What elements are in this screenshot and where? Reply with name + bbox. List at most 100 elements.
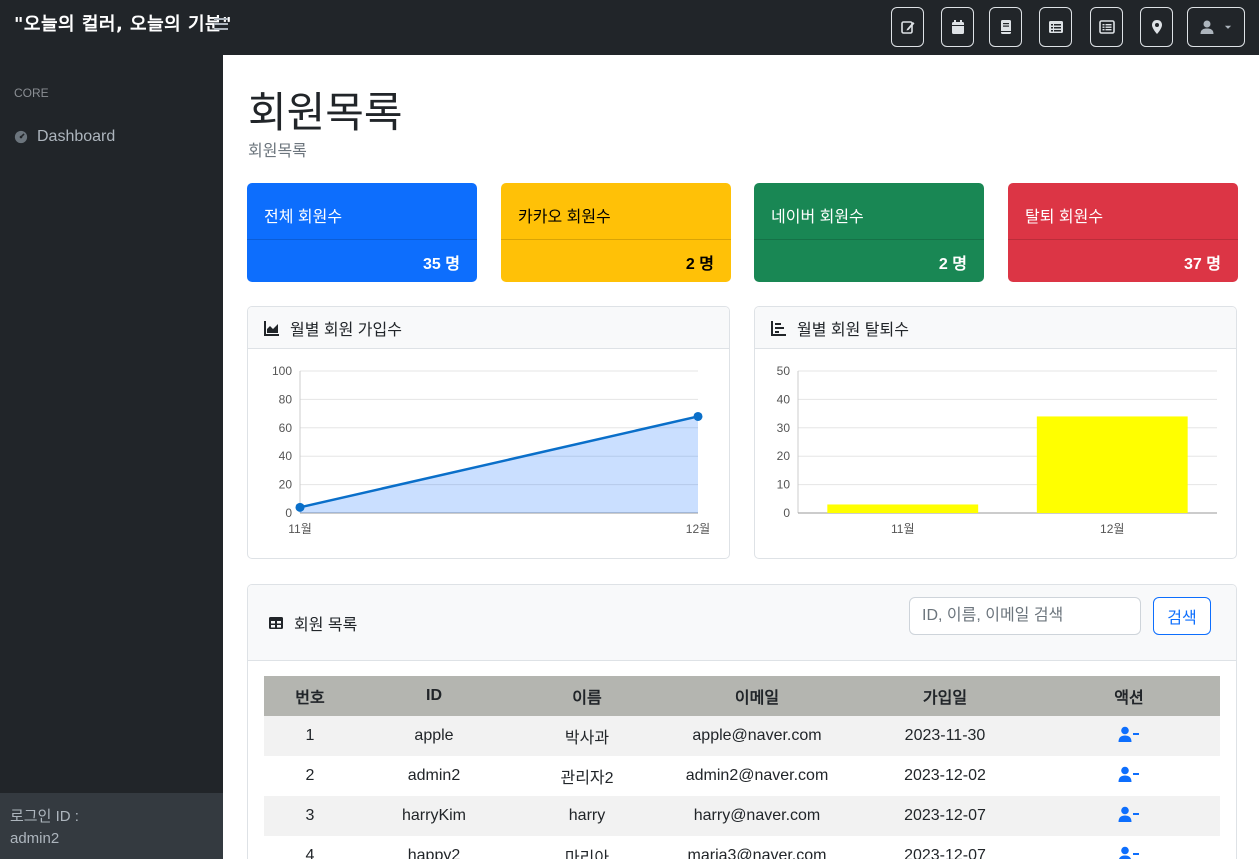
calendar-button[interactable]: [941, 7, 974, 47]
sidebar-item-dashboard[interactable]: Dashboard: [14, 128, 115, 146]
y-tick-label: 40: [279, 449, 293, 463]
cell-date: 2023-11-30: [852, 716, 1038, 756]
breadcrumb: 회원목록: [248, 143, 307, 160]
stat-value: 35 명: [423, 256, 460, 273]
top-navbar: "오늘의 컬러, 오늘의 기분": [0, 0, 1259, 55]
table-row: 1 apple 박사과 apple@naver.com 2023-11-30: [264, 716, 1220, 756]
login-label: 로그인 ID :: [10, 808, 79, 825]
y-tick-label: 10: [777, 478, 791, 492]
card-header: 회원 목록 검색: [248, 585, 1236, 661]
search-input[interactable]: [909, 597, 1141, 635]
stat-card-total: 전체 회원수 35 명: [247, 183, 477, 282]
cell-id: harryKim: [356, 796, 512, 836]
table-icon: [269, 616, 283, 629]
map-button[interactable]: [1140, 7, 1173, 47]
signup-chart-card: 월별 회원 가입수 0 20 40 60 80 100 11월 12월: [247, 306, 730, 559]
x-tick-label: 12월: [686, 522, 710, 536]
stat-value: 2 명: [685, 256, 714, 273]
user-minus-icon[interactable]: [1118, 846, 1140, 859]
cell-no: 3: [264, 796, 356, 836]
list-button[interactable]: [1039, 7, 1072, 47]
cell-no: 1: [264, 716, 356, 756]
y-tick-label: 20: [777, 449, 791, 463]
cell-date: 2023-12-07: [852, 796, 1038, 836]
calendar-icon: [951, 20, 964, 34]
map-marker-icon: [1151, 20, 1162, 34]
user-minus-icon[interactable]: [1118, 766, 1140, 782]
search-button[interactable]: 검색: [1153, 597, 1211, 635]
column-header: 가입일: [852, 676, 1038, 716]
main-content: 회원목록 회원목록 전체 회원수 35 명 카카오 회원수 2 명 네이버 회원…: [223, 55, 1259, 859]
column-header: 액션: [1038, 676, 1220, 716]
user-icon: [1200, 20, 1214, 34]
signup-area-chart: 0 20 40 60 80 100 11월 12월: [272, 364, 710, 536]
column-header: ID: [356, 676, 512, 716]
cell-name: harry: [512, 796, 662, 836]
card-title: 월별 회원 탈퇴수: [797, 321, 909, 339]
y-tick-label: 80: [279, 392, 293, 406]
bar: [1036, 416, 1188, 513]
table-row: 4 happy2 마리아 maria3@naver.com 2023-12-07: [264, 836, 1220, 859]
user-dropdown-button[interactable]: [1187, 7, 1245, 47]
stat-value: 37 명: [1184, 256, 1221, 273]
data-point: [693, 411, 703, 421]
book-button[interactable]: [989, 7, 1022, 47]
sidebar-toggle-icon[interactable]: [214, 18, 228, 30]
sidebar-item-label: Dashboard: [37, 128, 116, 145]
stat-label: 탈퇴 회원수: [1008, 183, 1238, 240]
bar: [827, 504, 979, 513]
brand-logo[interactable]: "오늘의 컬러, 오늘의 기분": [14, 10, 232, 36]
cell-action: [1038, 796, 1220, 836]
list-alt-icon: [1098, 20, 1115, 34]
column-header: 이메일: [662, 676, 852, 716]
edit-button[interactable]: [891, 7, 924, 47]
data-point: [295, 502, 305, 512]
stat-card-withdrawn: 탈퇴 회원수 37 명: [1008, 183, 1238, 282]
sidebar-heading: CORE: [14, 86, 49, 100]
card-title: 회원 목록: [294, 616, 358, 634]
cell-date: 2023-12-02: [904, 767, 986, 784]
cell-id: apple: [356, 716, 512, 756]
y-tick-label: 40: [777, 392, 791, 406]
cell-email: apple@naver.com: [662, 716, 852, 756]
cell-action: [1038, 836, 1220, 859]
stat-value: 2 명: [938, 256, 967, 273]
table-header-row: 번호 ID 이름 이메일 가입일 액션: [264, 676, 1220, 716]
withdraw-chart-card: 월별 회원 탈퇴수 0 10 20 30 40 50 11월 12월: [754, 306, 1237, 559]
login-id: admin2: [10, 830, 60, 847]
cell-id: happy2: [407, 847, 461, 859]
cell-name: 마리아: [564, 850, 610, 859]
y-tick-label: 50: [777, 364, 791, 378]
cell-email: maria3@naver.com: [687, 847, 827, 859]
card-header: 월별 회원 탈퇴수: [755, 307, 1236, 349]
stat-card-naver: 네이버 회원수 2 명: [754, 183, 984, 282]
cell-name: 관리자2: [560, 770, 614, 787]
login-info: 로그인 ID : admin2: [0, 793, 223, 859]
sidebar: CORE Dashboard 로그인 ID : admin2: [0, 55, 223, 859]
bar-chart-icon: [771, 320, 786, 336]
card-header: 월별 회원 가입수: [248, 307, 729, 349]
user-minus-icon[interactable]: [1118, 726, 1140, 742]
y-tick-label: 30: [777, 421, 791, 435]
y-tick-label: 20: [279, 478, 293, 492]
stat-card-kakao: 카카오 회원수 2 명: [501, 183, 731, 282]
cell-action: [1038, 756, 1220, 796]
user-minus-icon[interactable]: [1118, 806, 1140, 822]
column-header: 번호: [264, 676, 356, 716]
members-table: 번호 ID 이름 이메일 가입일 액션 1 apple 박사과 apple@naver…: [264, 676, 1220, 859]
list-alt-button[interactable]: [1090, 7, 1123, 47]
book-icon: [1000, 20, 1011, 34]
table-row: 3 harryKim harry harry@naver.com 2023-12-07: [264, 796, 1220, 836]
withdraw-bar-chart: 0 10 20 30 40 50 11월 12월: [777, 364, 1217, 536]
cell-name: 박사과: [512, 716, 662, 756]
area-chart-icon: [264, 320, 279, 336]
edit-icon: [900, 21, 914, 34]
card-title: 월별 회원 가입수: [290, 321, 402, 339]
x-tick-label: 12월: [1100, 522, 1124, 536]
cell-email: harry@naver.com: [662, 796, 852, 836]
cell-date: 2023-12-07: [904, 847, 986, 859]
list-icon: [1048, 21, 1063, 33]
y-tick-label: 100: [272, 364, 292, 378]
members-card: 회원 목록 검색 번호 ID 이름 이메일 가입일 액션 1apple박사과ap…: [247, 584, 1237, 859]
caret-down-icon: [1224, 25, 1232, 29]
